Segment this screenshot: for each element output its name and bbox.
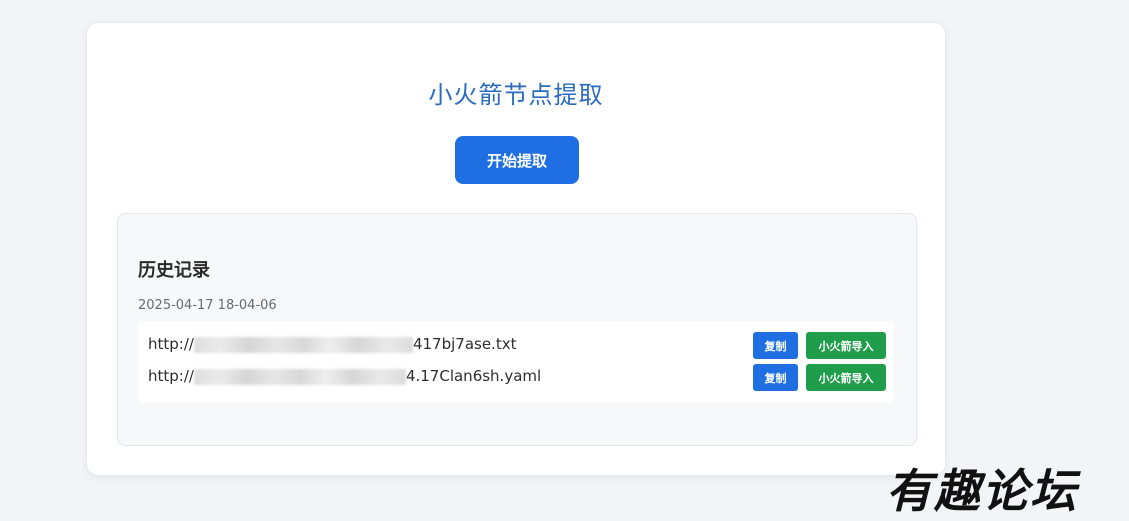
main-card: 小火箭节点提取 开始提取 历史记录 2025-04-17 18-04-06 ht… bbox=[86, 22, 946, 476]
redacted-url-segment bbox=[193, 368, 406, 385]
entry-url[interactable]: http:// 4.17Clan6sh.yaml bbox=[148, 367, 541, 385]
copy-button[interactable]: 复制 bbox=[753, 364, 798, 391]
history-entry: http:// 417bj7ase.txt 复制 小火箭导入 bbox=[138, 329, 894, 359]
history-panel: 历史记录 2025-04-17 18-04-06 http:// 417bj7as… bbox=[117, 213, 917, 446]
entry-url-suffix: 4.17Clan6sh.yaml bbox=[405, 367, 542, 385]
entry-url-suffix: 417bj7ase.txt bbox=[412, 335, 517, 353]
history-entries: http:// 417bj7ase.txt 复制 小火箭导入 http:// 4.1… bbox=[138, 321, 894, 403]
entry-url[interactable]: http:// 417bj7ase.txt bbox=[148, 335, 516, 353]
rocket-import-button[interactable]: 小火箭导入 bbox=[806, 364, 886, 391]
history-date: 2025-04-17 18-04-06 bbox=[138, 298, 277, 313]
entry-url-prefix: http:// bbox=[148, 367, 194, 385]
forum-watermark: 有趣论坛 bbox=[886, 464, 1078, 518]
history-entry: http:// 4.17Clan6sh.yaml 复制 小火箭导入 bbox=[138, 361, 894, 391]
start-extract-button[interactable]: 开始提取 bbox=[455, 136, 579, 184]
history-title: 历史记录 bbox=[138, 260, 210, 281]
copy-button[interactable]: 复制 bbox=[753, 332, 798, 359]
page-title: 小火箭节点提取 bbox=[428, 81, 604, 109]
rocket-import-button[interactable]: 小火箭导入 bbox=[806, 332, 886, 359]
redacted-url-segment bbox=[193, 336, 413, 353]
entry-url-prefix: http:// bbox=[148, 335, 194, 353]
